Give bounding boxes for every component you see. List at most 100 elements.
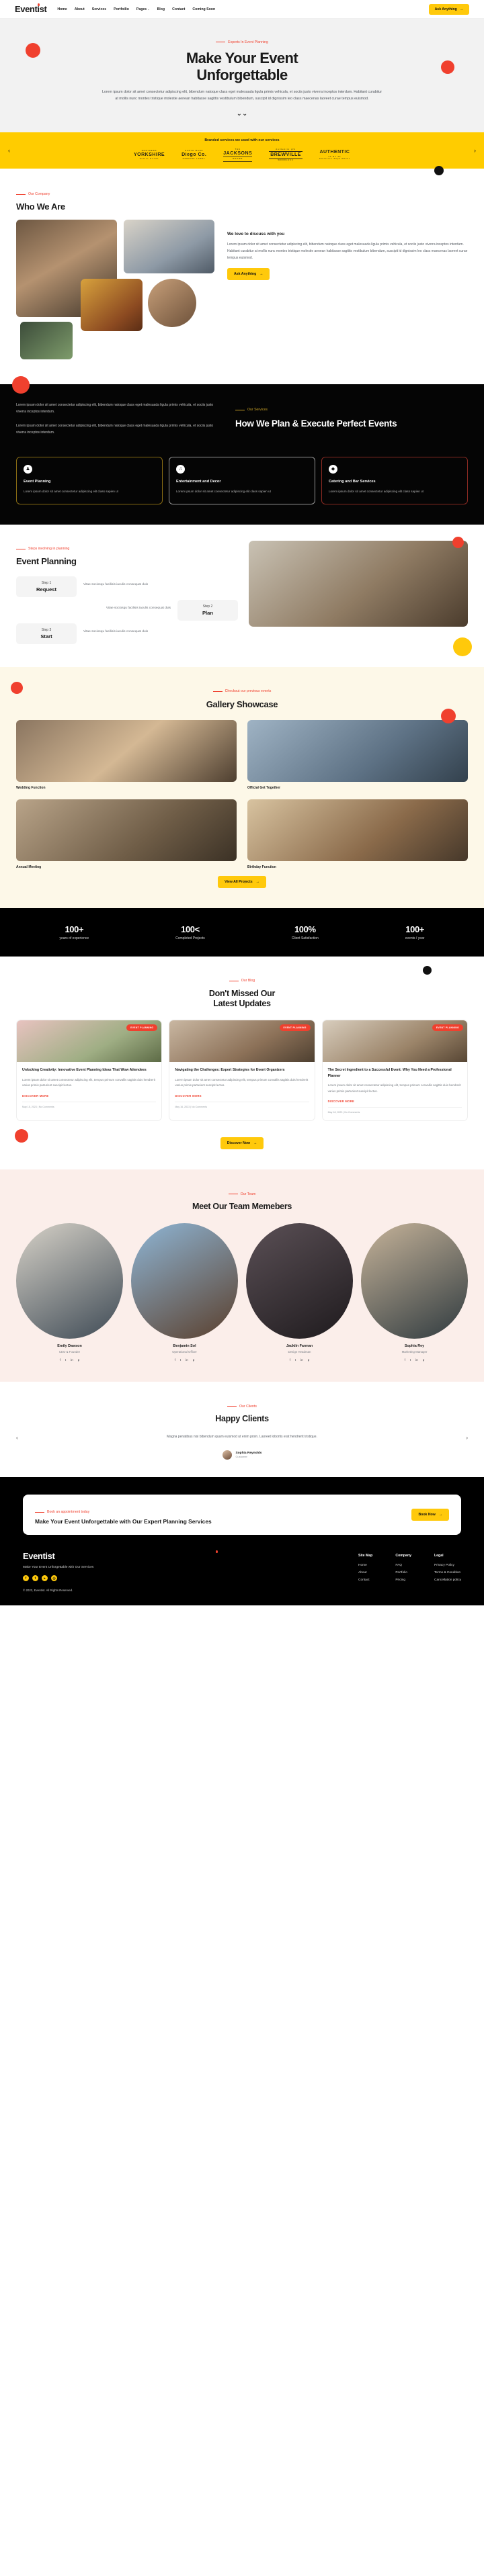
site-footer: Eventist Make Your Event Unforgettable w… [0,1535,484,1606]
twitter-icon[interactable]: t [180,1358,181,1362]
twitter-icon[interactable]: t [295,1358,296,1362]
blog-title-line2: Latest Updates [213,998,271,1008]
testimonial-next-arrow-icon[interactable]: › [466,1435,468,1441]
testimonial-prev-arrow-icon[interactable]: ‹ [16,1435,18,1441]
arrow-right-icon: → [255,879,259,884]
team-member-name: Jackiln Farman [286,1344,313,1348]
logo[interactable]: Eventist [15,3,47,14]
services-heading-block: Our Services How We Plan & Execute Perfe… [235,402,468,443]
footer-link-terms[interactable]: Terms & Condition [434,1571,461,1574]
footer-link-cancellation[interactable]: Cancellation policy [434,1579,461,1582]
gallery-item[interactable]: Official Get Together [247,719,468,790]
blog-discover-more-link[interactable]: DISCOVER MORE [175,1094,309,1098]
nav-item-coming-soon[interactable]: Coming Soon [192,7,215,11]
nav-item-portfolio[interactable]: Portfoilio [114,7,129,11]
decorative-circle-red-right [441,60,454,74]
ask-anything-label: Ask Anything [434,7,457,11]
team-member-role: CEO & Founder [58,1350,81,1353]
services-eyebrow: Our Services [235,408,268,412]
twitter-icon[interactable]: t [65,1358,66,1362]
brand-logo-top: THE [235,148,241,151]
twitter-icon[interactable]: t [410,1358,411,1362]
view-all-projects-button[interactable]: View All Projects → [218,875,266,888]
step-name: Plan [202,609,214,616]
footer-logo[interactable]: Eventist [23,1550,225,1561]
facebook-icon[interactable]: f [60,1358,61,1362]
facebook-icon[interactable]: f [23,1575,29,1582]
footer-link-home[interactable]: Home [358,1564,372,1567]
brand-logo: EARTH MADE Diego Co. GENUINE LABEL [182,150,206,160]
gallery-item[interactable]: Annual Meeting [16,799,237,869]
brand-logo: THE JACKSONS BROWN [223,148,253,162]
brand-logo-mid: JACKSONS [223,150,253,156]
gallery-caption: Wedding Function [16,785,46,790]
stat-label: events / year [405,936,425,940]
logo-dot-icon [216,1550,218,1554]
brand-logo-bottom: WOODLESS [278,159,294,162]
nav-item-contact[interactable]: Contact [172,7,185,11]
planning-step-2[interactable]: Step 2 Plan [177,599,238,621]
linkedin-icon[interactable]: in [415,1358,418,1362]
brand-logo: Authentic gfk BREWVILLE WOODLESS [269,148,302,161]
planning-step-3[interactable]: Step 3 Start [16,623,77,644]
linkedin-icon[interactable]: in [300,1358,303,1362]
footer-link-portfolio[interactable]: Portfolio [395,1571,411,1574]
instagram-icon[interactable]: ◎ [51,1575,57,1582]
nav-item-blog[interactable]: Blog [157,7,165,11]
gallery-item[interactable]: Birthday Function [247,799,468,869]
team-eyebrow: Our Team [229,1192,256,1196]
blog-card[interactable]: EVENT PLANNING Navigating the Challenges… [169,1019,315,1122]
nav-item-about[interactable]: About [75,7,85,11]
stat-number: 100+ [405,924,424,934]
blog-card[interactable]: EVENT PLANNING The Secret Ingredient to … [321,1019,468,1122]
decorative-circle-black [434,165,444,175]
blog-image: EVENT PLANNING [17,1020,162,1062]
nav-item-pages[interactable]: Pages⌄ [136,7,150,11]
service-card-event-planning[interactable]: ♟ Event Planning Lorem ipsum dolor sit a… [16,456,163,504]
footer-link-pricing[interactable]: Pricing [395,1579,411,1582]
footer-link-faq[interactable]: FAQ [395,1564,411,1567]
brands-prev-arrow-icon[interactable]: ‹ [8,147,10,154]
linkedin-icon[interactable]: in [186,1358,188,1362]
main-nav: Home About Services Portfoilio Pages⌄ Bl… [57,7,215,11]
gallery-eyebrow: Checkout our previous events [213,689,272,693]
stat-label: Completed Projects [175,936,205,940]
blog-grid: EVENT PLANNING Unlocking Creativity: Inn… [16,1019,468,1122]
scroll-down-icon[interactable]: ⌄⌄ [0,111,484,117]
blog-discover-more-link[interactable]: DISCOVER MORE [328,1100,462,1103]
gallery-item[interactable]: Wedding Function [16,719,237,790]
brand-logo-bottom: GENUINE LABEL [182,158,206,161]
twitter-icon[interactable]: t [32,1575,38,1582]
services-section: Lorem ipsum dolor sit amet consectetur a… [0,384,484,525]
chevron-down-icon: ⌄ [147,7,150,11]
cta-banner: Book an appointment today Make Your Even… [23,1494,461,1536]
footer-link-about[interactable]: About [358,1571,372,1574]
blog-card[interactable]: EVENT PLANNING Unlocking Creativity: Inn… [16,1019,163,1122]
service-card-entertainment[interactable]: ♫ Entertainment and Decor Lorem ipsum do… [169,456,315,504]
pinterest-icon[interactable]: p [308,1358,310,1362]
nav-item-home[interactable]: Home [57,7,67,11]
blog-post-excerpt: Lorem ipsum dolor sit amet consectetur a… [22,1077,155,1087]
pinterest-icon[interactable]: p [193,1358,195,1362]
team-avatar [16,1223,123,1339]
team-member: Benjamin Sol Operational Officer f t in … [131,1223,238,1362]
site-header: Eventist Home About Services Portfoilio … [0,0,484,19]
linkedin-icon[interactable]: in [71,1358,73,1362]
pinterest-icon[interactable]: p [423,1358,425,1362]
brands-next-arrow-icon[interactable]: › [474,147,476,154]
service-card-catering[interactable]: ◆ Catering and Bar Services Lorem ipsum … [321,456,468,504]
discover-now-button[interactable]: Discover Now → [220,1137,264,1150]
blog-discover-more-link[interactable]: DISCOVER MORE [22,1094,156,1098]
pinterest-icon[interactable]: p [78,1358,80,1362]
planning-step-1[interactable]: Step 1 Request [16,576,77,597]
footer-link-privacy[interactable]: Privacy Policy [434,1564,461,1567]
stat-item: 100% Client Satisfaction [292,924,319,940]
youtube-icon[interactable]: ▸ [42,1575,48,1582]
ask-anything-button[interactable]: Ask Anything → [428,3,469,15]
who-ask-anything-button[interactable]: Ask Anything → [227,268,270,281]
footer-column-sitemap: Site Map Home About Contact [358,1554,372,1592]
footer-link-contact[interactable]: Contact [358,1579,372,1582]
book-now-button[interactable]: Book Now → [411,1508,449,1521]
brand-logo: AUTHENTIC 05 NY 23 Athletics Department [319,150,350,160]
nav-item-services[interactable]: Services [92,7,106,11]
